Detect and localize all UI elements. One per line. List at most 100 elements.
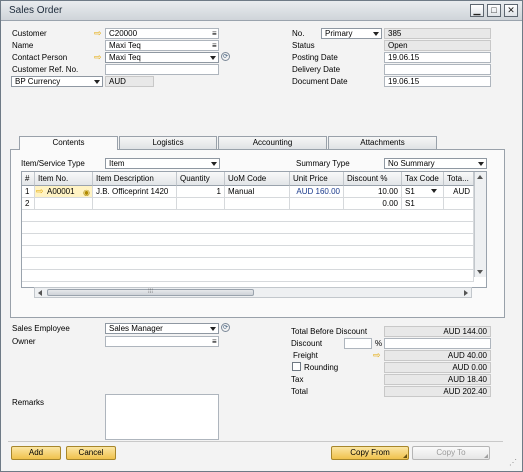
empty-row[interactable] <box>22 210 474 222</box>
discount-amount-field[interactable] <box>384 338 491 349</box>
vertical-scrollbar[interactable] <box>474 172 486 277</box>
customer-label: Customer <box>12 29 47 38</box>
column-header[interactable]: Quantity <box>177 172 225 186</box>
discount-cell[interactable]: 0.00 <box>344 198 402 210</box>
document-date-field[interactable]: 19.06.15 <box>384 76 491 87</box>
unit-price-cell[interactable]: AUD 160.00 <box>290 186 344 198</box>
discount-cell[interactable]: 10.00 <box>344 186 402 198</box>
remarks-label: Remarks <box>12 398 45 407</box>
bp-currency-dropdown[interactable]: BP Currency <box>11 76 103 87</box>
empty-row[interactable] <box>22 258 474 270</box>
name-field[interactable]: Maxi Teq <box>105 40 219 51</box>
add-button[interactable]: Add <box>11 446 61 460</box>
link-arrow-icon[interactable]: ⇨ <box>373 351 382 360</box>
horizontal-scrollbar[interactable]: ⁞⁞⁞ <box>34 287 472 298</box>
customer-ref-field[interactable] <box>105 64 219 75</box>
column-header[interactable]: Tax Code <box>402 172 444 186</box>
link-arrow-icon[interactable]: ⇨ <box>36 187 45 196</box>
list-icon[interactable]: ◉ <box>83 187 90 197</box>
chevron-down-icon <box>211 162 217 166</box>
numbering-series-dropdown[interactable]: Primary <box>321 28 382 39</box>
item-description-cell[interactable]: J.B. Officeprint 1420 <box>93 186 177 198</box>
copy-to-button[interactable]: Copy To <box>412 446 490 460</box>
tax-code-value: S1 <box>405 187 415 196</box>
remarks-textarea[interactable] <box>105 394 219 440</box>
uom-code-cell[interactable]: Manual <box>225 186 290 198</box>
info-icon[interactable]: ⟳ <box>221 52 230 61</box>
list-icon[interactable]: ≡ <box>212 41 217 50</box>
summary-type-label: Summary Type <box>296 159 350 168</box>
freight-field: AUD 40.00 <box>384 350 491 361</box>
copy-from-label: Copy From <box>350 448 390 457</box>
tax-code-cell[interactable]: S1 <box>402 186 444 198</box>
list-icon[interactable]: ≡ <box>212 337 217 346</box>
empty-row[interactable] <box>22 246 474 258</box>
info-icon[interactable]: ⟳ <box>221 323 230 332</box>
scroll-thumb[interactable]: ⁞⁞⁞ <box>47 289 254 296</box>
total-field: AUD 202.40 <box>384 386 491 397</box>
cancel-button[interactable]: Cancel <box>66 446 116 460</box>
link-arrow-icon[interactable]: ⇨ <box>94 29 103 38</box>
row-number: 1 <box>22 186 35 198</box>
unit-price-cell[interactable] <box>290 198 344 210</box>
uom-code-cell[interactable] <box>225 198 290 210</box>
column-header[interactable]: Item No. <box>35 172 93 186</box>
column-header[interactable]: # <box>22 172 35 186</box>
item-number-cell[interactable]: ⇨ A00001 ◉ <box>35 186 93 198</box>
title-bar[interactable]: Sales Order ▁ □ ✕ <box>1 1 522 21</box>
tab-accounting[interactable]: Accounting <box>218 136 327 149</box>
tab-attachments[interactable]: Attachments <box>328 136 437 149</box>
empty-row[interactable] <box>22 270 474 282</box>
rounding-checkbox[interactable] <box>292 362 301 371</box>
maximize-button[interactable]: □ <box>487 4 501 17</box>
chevron-down-icon <box>431 189 437 193</box>
empty-row[interactable] <box>22 222 474 234</box>
tab-contents[interactable]: Contents <box>19 136 118 150</box>
quantity-cell[interactable]: 1 <box>177 186 225 198</box>
link-arrow-icon[interactable]: ⇨ <box>94 53 103 62</box>
total-before-discount-field: AUD 144.00 <box>384 326 491 337</box>
tax-code-cell[interactable]: S1 <box>402 198 444 210</box>
column-header[interactable]: Item Description <box>93 172 177 186</box>
scroll-right-icon[interactable] <box>464 290 468 296</box>
total-label: Total <box>291 387 308 396</box>
quantity-cell[interactable] <box>177 198 225 210</box>
contact-person-value: Maxi Teq <box>109 53 141 62</box>
total-cell[interactable]: AUD <box>444 186 474 198</box>
item-description-cell[interactable] <box>93 198 177 210</box>
tab-logistics[interactable]: Logistics <box>119 136 217 149</box>
total-before-discount-label: Total Before Discount <box>291 327 368 336</box>
resize-grip-icon[interactable]: ⋰ <box>509 458 517 467</box>
minimize-button[interactable]: ▁ <box>470 4 484 17</box>
column-header[interactable]: Discount % <box>344 172 402 186</box>
total-cell[interactable] <box>444 198 474 210</box>
posting-date-field[interactable]: 19.06.15 <box>384 52 491 63</box>
empty-row[interactable] <box>22 234 474 246</box>
currency-field: AUD <box>105 76 154 87</box>
owner-field[interactable] <box>105 336 219 347</box>
item-number-value: A00001 <box>47 187 75 196</box>
scroll-down-icon[interactable] <box>477 270 483 274</box>
scroll-left-icon[interactable] <box>38 290 42 296</box>
status-field: Open <box>384 40 491 51</box>
posting-date-label: Posting Date <box>292 53 338 62</box>
column-header[interactable]: Tota... <box>444 172 474 186</box>
copy-from-button[interactable]: Copy From <box>331 446 409 460</box>
close-button[interactable]: ✕ <box>504 4 518 17</box>
sales-order-window: Sales Order ▁ □ ✕ Customer ⇨ C20000 ≡ Na… <box>0 0 523 472</box>
column-header[interactable]: Unit Price <box>290 172 344 186</box>
item-number-cell[interactable] <box>35 198 93 210</box>
item-service-type-value: Item <box>109 159 125 168</box>
rounding-label: Rounding <box>304 363 339 372</box>
contact-person-dropdown[interactable]: Maxi Teq <box>105 52 219 63</box>
summary-type-dropdown[interactable]: No Summary <box>384 158 487 169</box>
item-service-type-dropdown[interactable]: Item <box>105 158 220 169</box>
discount-percent-field[interactable] <box>344 338 372 349</box>
sales-employee-dropdown[interactable]: Sales Manager <box>105 323 219 334</box>
scroll-up-icon[interactable] <box>477 175 483 179</box>
column-header[interactable]: UoM Code <box>225 172 290 186</box>
list-icon[interactable]: ≡ <box>212 29 217 38</box>
customer-field[interactable]: C20000 <box>105 28 219 39</box>
corner-arrow-icon <box>484 454 488 458</box>
delivery-date-field[interactable] <box>384 64 491 75</box>
